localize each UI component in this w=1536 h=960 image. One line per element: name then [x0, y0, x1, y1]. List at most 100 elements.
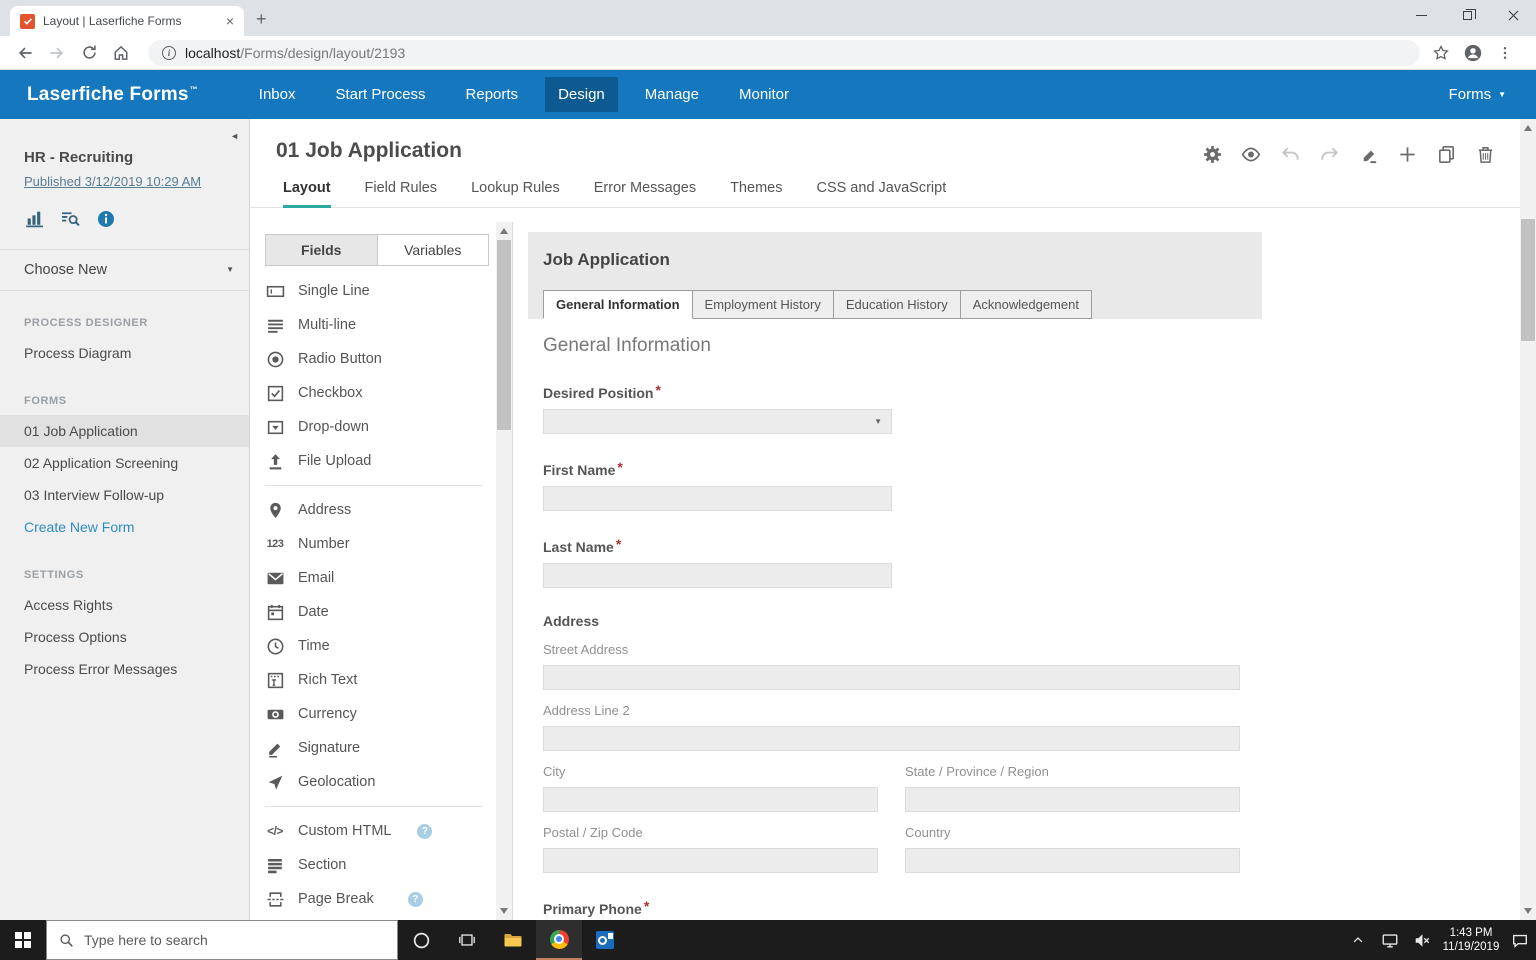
file-explorer-icon[interactable] — [490, 920, 536, 960]
refresh-icon[interactable] — [76, 40, 102, 66]
field-first-name[interactable]: First Name * — [543, 459, 1247, 511]
nav-item-manage[interactable]: Manage — [632, 77, 712, 112]
new-tab-icon[interactable]: + — [256, 9, 267, 30]
create-new-form-link[interactable]: Create New Form — [0, 511, 249, 543]
city-input[interactable] — [543, 787, 878, 812]
minimize-icon[interactable] — [1398, 0, 1444, 30]
sidebar-item-interview-follow-up[interactable]: 03 Interview Follow-up — [0, 479, 249, 511]
state-input[interactable] — [905, 787, 1240, 812]
nav-item-monitor[interactable]: Monitor — [726, 77, 802, 112]
help-icon[interactable]: ? — [407, 891, 423, 907]
palette-item-radio-button[interactable]: Radio Button — [250, 342, 497, 376]
outlook-taskbar-icon[interactable] — [582, 920, 628, 960]
search-input[interactable] — [84, 932, 344, 948]
page-tab-general-information[interactable]: General Information — [543, 290, 693, 319]
desired-position-select[interactable]: ▼ — [543, 409, 892, 434]
nav-item-design[interactable]: Design — [545, 77, 618, 112]
sidebar-item-process-diagram[interactable]: Process Diagram — [0, 337, 249, 369]
tab-error-messages[interactable]: Error Messages — [594, 180, 696, 207]
site-info-icon[interactable]: i — [162, 45, 176, 60]
field-primary-phone[interactable]: Primary Phone * — [543, 898, 1247, 920]
palette-item-single-line[interactable]: Single Line — [250, 274, 497, 308]
action-center-icon[interactable] — [1504, 932, 1536, 949]
scroll-up-icon[interactable] — [1524, 125, 1532, 131]
sidebar-item-process-options[interactable]: Process Options — [0, 621, 249, 653]
last-name-input[interactable] — [543, 563, 892, 588]
sidebar-item-access-rights[interactable]: Access Rights — [0, 589, 249, 621]
first-name-input[interactable] — [543, 486, 892, 511]
choose-new-dropdown[interactable]: Choose New ▼ — [0, 250, 249, 291]
preview-eye-icon[interactable] — [1240, 143, 1262, 165]
palette-item-address[interactable]: Address — [250, 493, 497, 527]
palette-item-drop-down[interactable]: Drop-down — [250, 410, 497, 444]
tab-fields[interactable]: Fields — [266, 235, 378, 265]
taskbar-search[interactable] — [46, 920, 398, 960]
cortana-icon[interactable] — [398, 920, 444, 960]
scrollbar-thumb[interactable] — [1521, 219, 1535, 341]
nav-item-start-process[interactable]: Start Process — [323, 77, 439, 112]
nav-item-inbox[interactable]: Inbox — [246, 77, 309, 112]
redo-icon[interactable] — [1318, 143, 1340, 165]
page-tab-acknowledgement[interactable]: Acknowledgement — [960, 290, 1092, 319]
tab-variables[interactable]: Variables — [377, 235, 488, 265]
app-logo[interactable]: Laserfiche Forms™ — [27, 84, 198, 106]
palette-item-rich-text[interactable]: Rich Text — [250, 663, 497, 697]
tab-close-icon[interactable]: × — [226, 13, 234, 29]
url-field[interactable]: i localhost/Forms/design/layout/2193 — [148, 39, 1420, 66]
sidebar-item-application-screening[interactable]: 02 Application Screening — [0, 447, 249, 479]
palette-item-checkbox[interactable]: Checkbox — [250, 376, 497, 410]
scroll-up-icon[interactable] — [500, 228, 508, 234]
browser-menu-icon[interactable] — [1492, 40, 1518, 66]
back-icon[interactable] — [12, 40, 38, 66]
address-line2-input[interactable] — [543, 726, 1240, 751]
scroll-down-icon[interactable] — [500, 908, 508, 914]
profile-avatar-icon[interactable] — [1460, 40, 1486, 66]
restore-icon[interactable] — [1444, 0, 1490, 30]
field-address[interactable]: Address Street Address Address Line 2 Ci… — [543, 613, 1247, 873]
sidebar-item-job-application[interactable]: 01 Job Application — [0, 415, 249, 447]
form-section-heading[interactable]: General Information — [543, 335, 1247, 357]
tab-themes[interactable]: Themes — [730, 180, 782, 207]
volume-muted-icon[interactable] — [1406, 932, 1438, 949]
close-icon[interactable] — [1490, 0, 1536, 30]
palette-item-multi-line[interactable]: Multi-line — [250, 308, 497, 342]
palette-item-page-break[interactable]: Page Break ? — [250, 882, 497, 916]
palette-item-section[interactable]: Section — [250, 848, 497, 882]
clear-marker-icon[interactable] — [1357, 143, 1379, 165]
tray-chevron-up-icon[interactable] — [1342, 933, 1374, 947]
network-display-icon[interactable] — [1374, 932, 1406, 949]
search-instances-icon[interactable] — [60, 209, 82, 233]
page-tab-employment-history[interactable]: Employment History — [692, 290, 834, 319]
nav-item-reports[interactable]: Reports — [453, 77, 532, 112]
forward-icon[interactable] — [44, 40, 70, 66]
forms-dropdown[interactable]: Forms ▼ — [1449, 86, 1506, 103]
start-button[interactable] — [0, 920, 46, 960]
palette-item-custom-html[interactable]: </> Custom HTML ? — [250, 814, 497, 848]
bookmark-star-icon[interactable] — [1428, 40, 1454, 66]
palette-item-number[interactable]: 123 Number — [250, 527, 497, 561]
tab-field-rules[interactable]: Field Rules — [365, 180, 438, 207]
country-input[interactable] — [905, 848, 1240, 873]
palette-item-signature[interactable]: Signature — [250, 731, 497, 765]
scroll-down-icon[interactable] — [1524, 908, 1532, 914]
palette-item-geolocation[interactable]: Geolocation — [250, 765, 497, 799]
published-link[interactable]: Published 3/12/2019 10:29 AM — [24, 174, 225, 189]
add-plus-icon[interactable] — [1396, 143, 1418, 165]
scrollbar-thumb[interactable] — [497, 240, 511, 430]
sidebar-collapse-icon[interactable]: ◄ — [230, 131, 239, 141]
taskbar-clock[interactable]: 1:43 PM 11/19/2019 — [1438, 926, 1504, 954]
copy-icon[interactable] — [1435, 143, 1457, 165]
palette-item-time[interactable]: Time — [250, 629, 497, 663]
browser-tab[interactable]: Layout | Laserfiche Forms × — [10, 6, 244, 36]
field-last-name[interactable]: Last Name * — [543, 536, 1247, 588]
page-tab-education-history[interactable]: Education History — [833, 290, 961, 319]
field-desired-position[interactable]: Desired Position * ▼ — [543, 382, 1247, 434]
home-icon[interactable] — [108, 40, 134, 66]
sidebar-item-process-error-messages[interactable]: Process Error Messages — [0, 653, 249, 685]
palette-item-currency[interactable]: Currency — [250, 697, 497, 731]
street-address-input[interactable] — [543, 665, 1240, 690]
settings-gear-icon[interactable] — [1201, 143, 1223, 165]
tab-layout[interactable]: Layout — [283, 180, 331, 208]
chrome-taskbar-icon[interactable] — [536, 920, 582, 960]
palette-scrollbar[interactable] — [496, 222, 512, 920]
